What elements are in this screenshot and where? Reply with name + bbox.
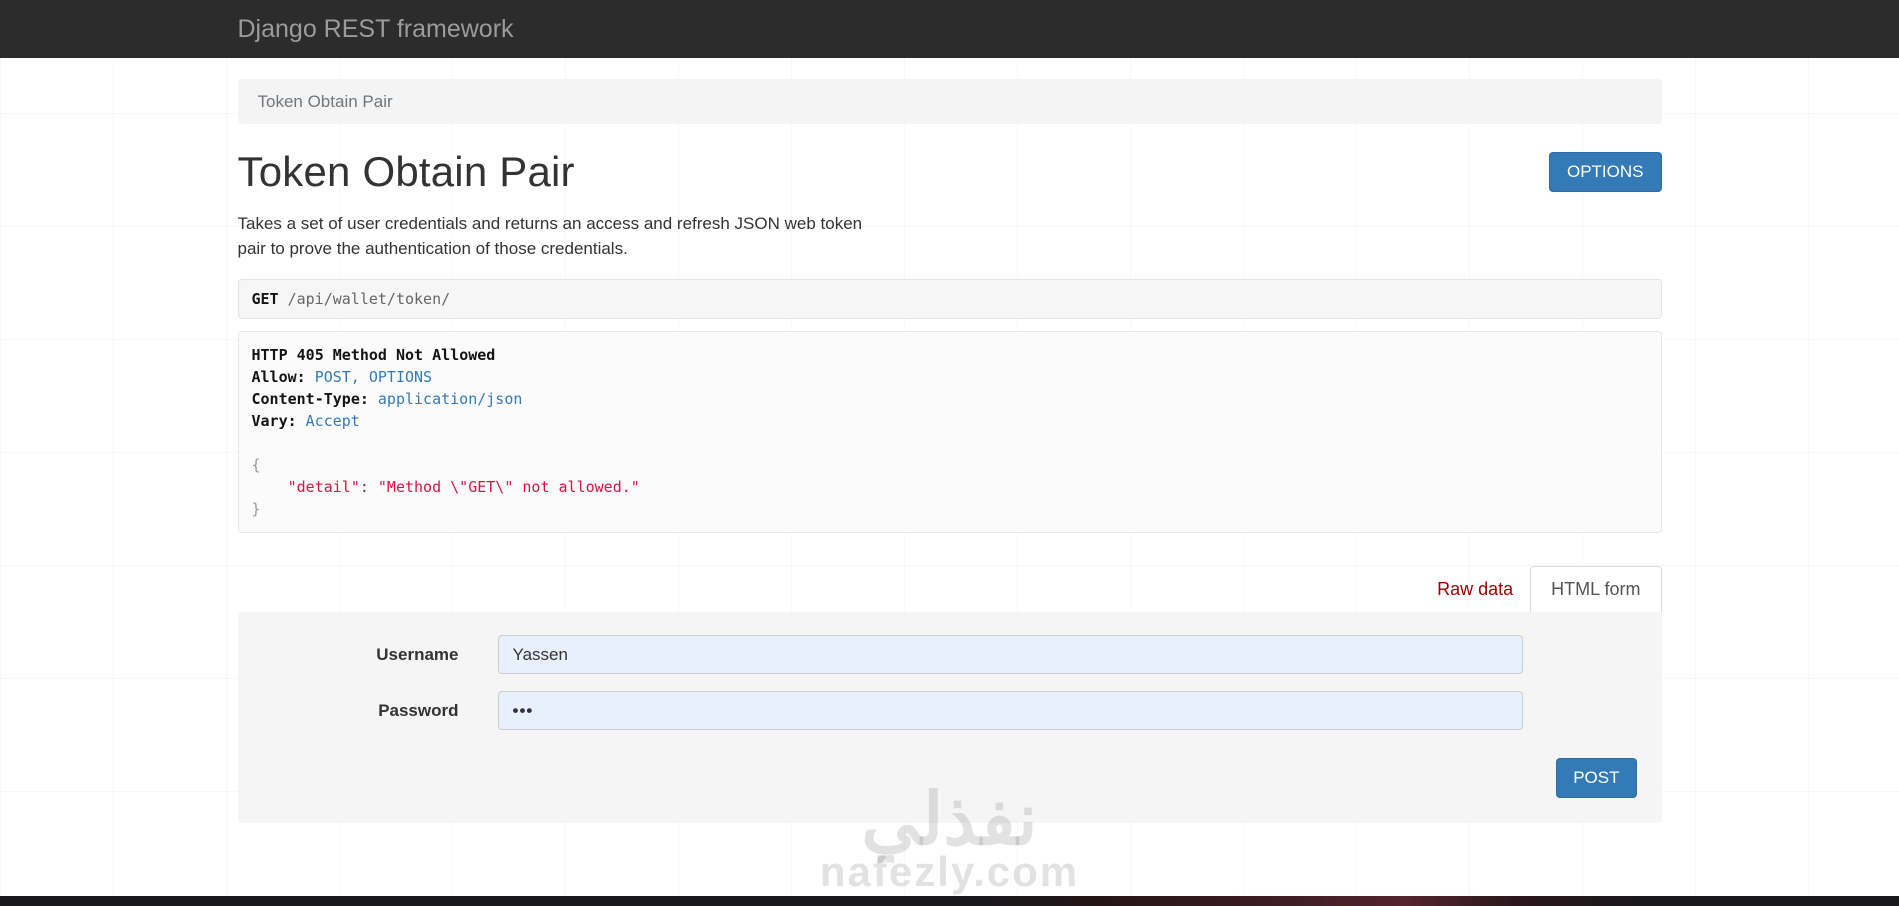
request-path: /api/wallet/token/: [287, 290, 451, 308]
breadcrumb: Token Obtain Pair: [237, 79, 1662, 124]
username-label: Username: [376, 644, 459, 664]
breadcrumb-item-current[interactable]: Token Obtain Pair: [258, 92, 393, 111]
response-header-vary: Vary: Accept: [251, 412, 360, 430]
endpoint-description: Takes a set of user credentials and retu…: [237, 214, 863, 258]
json-open-brace: {: [251, 456, 261, 474]
response-header-allow: Allow: POST, OPTIONS: [251, 368, 433, 386]
json-detail-line: "detail": "Method \"GET\" not allowed.": [251, 478, 640, 496]
username-input[interactable]: [497, 635, 1523, 674]
format-tabs: Raw data HTML form: [238, 566, 1662, 612]
page-title: Token Obtain Pair: [237, 148, 575, 195]
password-row: Password: [238, 691, 1662, 730]
request-method: GET: [251, 290, 279, 308]
json-close-brace: }: [251, 500, 261, 518]
page-header: Token Obtain Pair OPTIONS: [238, 148, 1662, 196]
response-block: HTTP 405 Method Not Allowed Allow: POST, …: [237, 331, 1662, 533]
form-actions: POST: [238, 758, 1662, 798]
post-button[interactable]: POST: [1556, 758, 1637, 798]
response-header-content-type: Content-Type: application/json: [251, 390, 523, 408]
html-form-panel: Username Password POST: [237, 612, 1662, 823]
bottom-edge-bar: [0, 896, 1899, 906]
tab-html-form[interactable]: HTML form: [1530, 566, 1662, 612]
main-content: Token Obtain Pair Token Obtain Pair OPTI…: [237, 79, 1662, 823]
response-blank-line: [252, 432, 1648, 454]
response-status-line: HTTP 405 Method Not Allowed: [251, 346, 496, 364]
top-navbar: Django REST framework: [0, 0, 1899, 58]
password-label: Password: [378, 700, 459, 720]
options-button[interactable]: OPTIONS: [1548, 152, 1662, 192]
watermark-domain: nafezly.com: [819, 848, 1080, 895]
brand-link[interactable]: Django REST framework: [238, 0, 514, 58]
request-line: GET/api/wallet/token/: [237, 279, 1662, 319]
tab-raw-data[interactable]: Raw data: [1420, 567, 1530, 612]
username-row: Username: [238, 635, 1662, 674]
password-input[interactable]: [497, 691, 1523, 730]
